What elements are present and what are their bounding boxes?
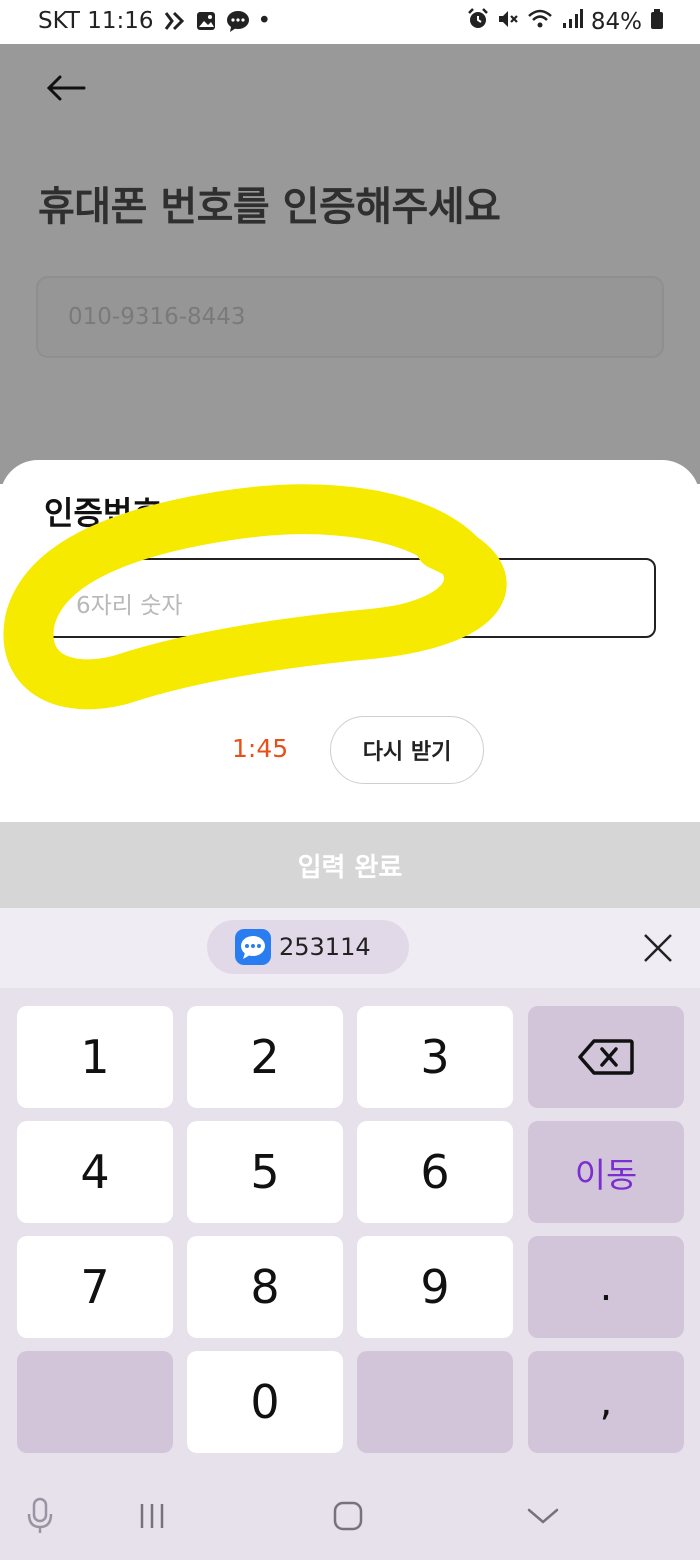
key-7[interactable]: 7 [17,1236,173,1338]
home-button[interactable] [326,1494,370,1538]
submit-button[interactable]: 입력 완료 [0,822,700,908]
blank-key-left [17,1351,173,1453]
alarm-icon [467,8,489,36]
battery-percent: 84% [590,9,642,35]
back-arrow-icon [46,75,86,101]
period-key[interactable]: . [528,1236,684,1338]
backspace-key[interactable] [528,1006,684,1108]
hide-keyboard-button[interactable] [520,1494,566,1538]
otp-suggestion-chip[interactable]: 253114 [207,920,409,974]
navigation-bar [0,1468,700,1560]
numeric-keyboard: 253114 1 2 3 4 5 6 이동 7 8 9 . 0 , [0,908,700,1560]
voice-input-button[interactable] [20,1494,60,1538]
key-3[interactable]: 3 [357,1006,513,1108]
home-icon [333,1501,363,1531]
move-key[interactable]: 이동 [528,1121,684,1223]
status-bar: SKT 11:16 • 84% [0,0,700,44]
key-5[interactable]: 5 [187,1121,343,1223]
recents-icon [140,1504,164,1528]
mute-icon [497,8,519,36]
key-1[interactable]: 1 [17,1006,173,1108]
comma-key[interactable]: , [528,1351,684,1453]
chat-icon [226,9,250,33]
sheet-title: 인증번호 [44,494,162,532]
battery-icon [650,8,664,36]
wifi-icon [527,8,553,36]
backspace-icon [578,1039,634,1075]
key-4[interactable]: 4 [17,1121,173,1223]
key-0[interactable]: 0 [187,1351,343,1453]
key-6[interactable]: 6 [357,1121,513,1223]
key-9[interactable]: 9 [357,1236,513,1338]
key-8[interactable]: 8 [187,1236,343,1338]
countdown-timer: 1:45 [232,734,289,763]
notification-icon [162,9,186,33]
verification-code-sheet: 인증번호 6자리 숫자 1:45 다시 받기 [0,460,700,822]
messages-icon [235,929,271,965]
back-button[interactable] [44,68,88,108]
image-icon [194,9,218,33]
signal-icon [561,8,583,36]
code-input-placeholder: 6자리 숫자 [76,593,183,619]
close-suggestion-button[interactable] [636,926,680,970]
hide-keyboard-icon [527,1508,559,1524]
resend-button[interactable]: 다시 받기 [330,716,484,784]
close-icon [644,934,672,962]
verification-page: 휴대폰 번호를 인증해주세요 010-9316-8443 [0,44,700,484]
blank-key-right [357,1351,513,1453]
phone-number-value: 010-9316-8443 [68,304,246,330]
carrier-time: SKT 11:16 [38,8,154,34]
recents-button[interactable] [130,1494,174,1538]
notification-dot: • [257,8,272,34]
key-2[interactable]: 2 [187,1006,343,1108]
page-title: 휴대폰 번호를 인증해주세요 [38,184,501,230]
suggestion-bar: 253114 [0,908,700,988]
phone-number-field[interactable]: 010-9316-8443 [36,276,664,358]
verification-code-input[interactable]: 6자리 숫자 [44,558,656,638]
mic-icon [27,1497,53,1533]
otp-suggestion-code: 253114 [279,933,371,961]
